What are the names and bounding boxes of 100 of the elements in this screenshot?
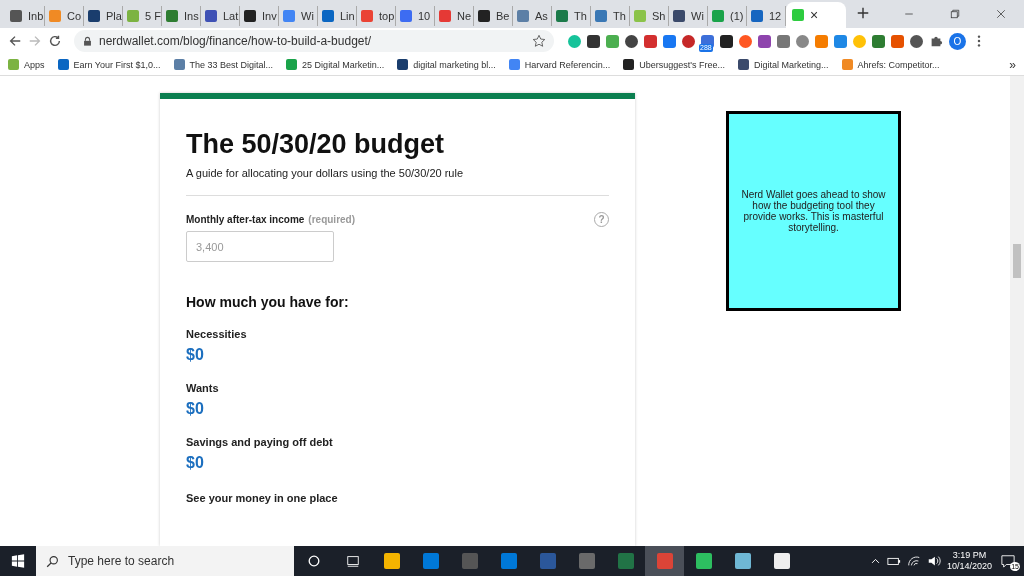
site-icon (478, 10, 490, 22)
browser-tab[interactable]: top (357, 6, 396, 26)
site-icon (166, 10, 178, 22)
site-icon (286, 59, 298, 70)
browser-tab[interactable]: Wi (279, 6, 318, 26)
site-icon (127, 10, 139, 22)
tab-close-button[interactable]: × (810, 7, 819, 23)
bookmarks-overflow-button[interactable]: » (1009, 57, 1016, 72)
close-icon[interactable] (995, 8, 1007, 20)
taskbar-search-field[interactable]: Type here to search (36, 546, 294, 576)
back-arrow-icon[interactable] (8, 34, 22, 48)
field-label: Monthly after-tax income (186, 214, 305, 225)
site-icon (712, 10, 724, 22)
browser-tab[interactable]: Ins (162, 6, 201, 26)
wifi-icon[interactable] (906, 554, 921, 568)
puzzle-icon[interactable] (929, 34, 943, 48)
site-icon (57, 59, 69, 70)
site-icon (8, 59, 19, 70)
category-amount: $0 (186, 400, 204, 418)
category-label: Savings and paying off debt (186, 436, 333, 448)
bookmark-link[interactable]: Harvard Referencin... (508, 59, 611, 70)
site-icon (738, 59, 749, 70)
address-bar[interactable]: nerdwallet.com/blog/finance/how-to-build-a-budget/ (74, 30, 554, 52)
browser-tab[interactable]: Co (45, 6, 84, 26)
site-icon (556, 10, 568, 22)
bookmark-link[interactable]: The 33 Best Digital... (173, 59, 274, 70)
bookmark-link[interactable]: digital marketing bl... (397, 59, 496, 70)
site-icon (397, 59, 409, 70)
windows-start-icon[interactable] (11, 554, 25, 568)
extension-icon[interactable] (625, 34, 638, 48)
site-icon (751, 10, 763, 22)
speaker-icon[interactable] (926, 554, 941, 568)
clock-time[interactable]: 3:19 PM (952, 550, 987, 561)
search-icon[interactable] (46, 555, 59, 568)
site-icon (841, 59, 853, 70)
income-field[interactable]: 3,400 (186, 231, 334, 262)
bookmark-link[interactable]: Apps (8, 59, 45, 70)
browser-tab[interactable]: Be (474, 6, 513, 26)
category-amount: $0 (186, 454, 204, 472)
site-icon (517, 10, 529, 22)
browser-tab[interactable]: As (513, 6, 552, 26)
reload-icon[interactable] (48, 34, 62, 48)
browser-tab[interactable]: Th (591, 6, 630, 26)
site-icon (283, 10, 295, 22)
category-label: Wants (186, 382, 219, 394)
section-heading: See your money in one place (186, 492, 339, 504)
category-label: Necessities (186, 328, 247, 340)
browser-tab[interactable]: (1) (708, 6, 747, 26)
site-icon (792, 9, 804, 21)
bookmark-link[interactable]: Ahrefs: Competitor... (841, 59, 940, 70)
site-icon (244, 10, 256, 22)
bookmark-link[interactable]: 25 Digital Marketin... (286, 59, 385, 70)
section-heading: How much you have for: (186, 294, 350, 310)
site-icon (205, 10, 217, 22)
browser-tab[interactable]: Ne (435, 6, 474, 26)
star-icon[interactable] (532, 34, 546, 48)
extension-icon[interactable] (910, 34, 923, 48)
bookmark-link[interactable]: Ubersuggest's Free... (623, 59, 725, 70)
site-icon (439, 10, 451, 22)
browser-tab[interactable]: 10 (396, 6, 435, 26)
browser-tab[interactable]: Inb (6, 6, 45, 26)
site-icon (400, 10, 412, 22)
site-icon (361, 10, 373, 22)
profile-avatar[interactable]: O (949, 32, 966, 50)
plus-icon[interactable] (856, 6, 870, 20)
site-icon (508, 59, 520, 70)
site-icon (634, 10, 646, 22)
browser-tab[interactable]: Lat (201, 6, 240, 26)
site-icon (595, 10, 607, 22)
browser-tab[interactable]: Pla (84, 6, 123, 26)
scrollbar[interactable] (1010, 76, 1024, 546)
site-icon (322, 10, 334, 22)
category-amount: $0 (186, 346, 204, 364)
site-icon (173, 59, 185, 70)
browser-tab[interactable]: Sh (630, 6, 669, 26)
site-icon (10, 10, 22, 22)
browser-tab[interactable]: 5 F (123, 6, 162, 26)
restore-icon[interactable] (949, 8, 961, 20)
browser-tab[interactable]: Lin (318, 6, 357, 26)
bookmark-link[interactable]: Earn Your First $1,0... (57, 59, 161, 70)
annotation-note: Nerd Wallet goes ahead to show how the budgeting tool they provide works. This is masterful storytelling. (726, 111, 901, 311)
browser-tab[interactable]: Inv (240, 6, 279, 26)
bookmark-link[interactable]: Digital Marketing... (738, 59, 829, 70)
extension-icon[interactable] (587, 34, 600, 48)
site-icon (49, 10, 61, 22)
browser-tab[interactable]: × (786, 2, 846, 28)
clock-date[interactable]: 10/14/2020 (946, 561, 992, 572)
task-view-icon[interactable] (345, 554, 360, 568)
card-title: The 50/30/20 budget (186, 129, 446, 160)
browser-tab[interactable]: 12 (747, 6, 786, 26)
browser-tab[interactable]: Th (552, 6, 591, 26)
site-icon (673, 10, 685, 22)
circle-icon[interactable] (306, 554, 321, 568)
browser-tab[interactable]: Wi (669, 6, 708, 26)
site-icon (623, 59, 635, 70)
extension-icon[interactable] (720, 34, 733, 48)
site-icon (88, 10, 100, 22)
card-subtitle: A guide for allocating your dollars using the 50/30/20 rule (186, 167, 464, 179)
lock-icon[interactable] (82, 35, 93, 47)
required-note: (required) (308, 214, 356, 225)
